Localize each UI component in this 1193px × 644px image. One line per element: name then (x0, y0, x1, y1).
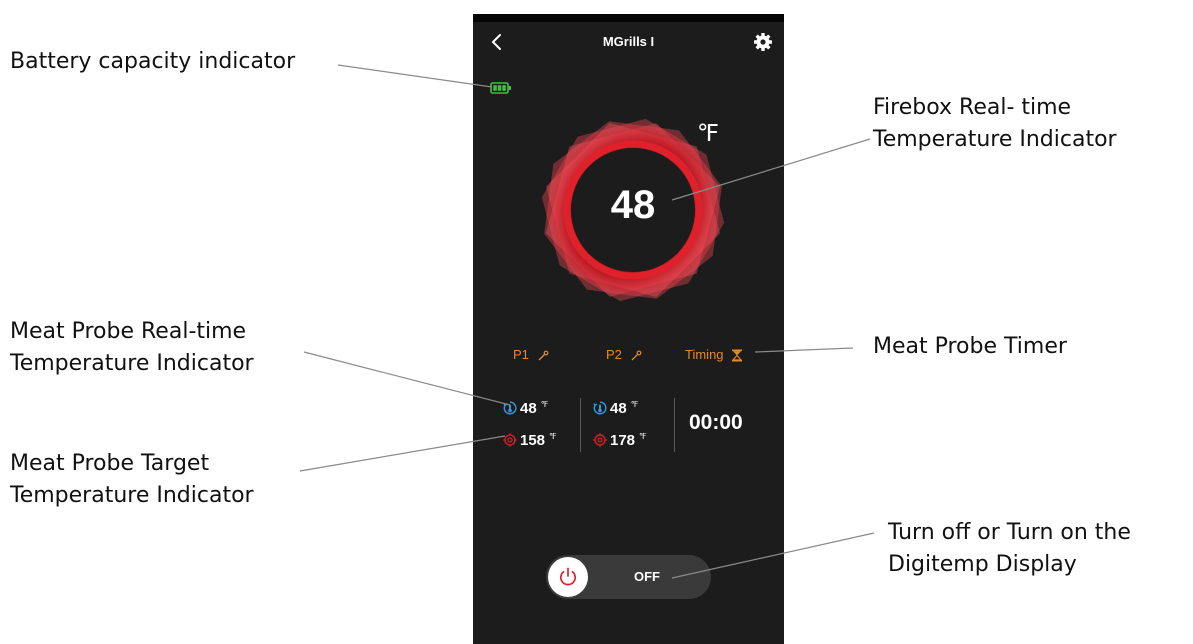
leader-meat-timer (754, 347, 854, 353)
leader-battery (337, 64, 493, 88)
leader-display (671, 532, 875, 579)
leader-meat-target (299, 435, 506, 472)
callout-leader-lines (299, 64, 875, 579)
leader-firebox (671, 138, 871, 201)
leader-meat-realtime (303, 351, 511, 406)
